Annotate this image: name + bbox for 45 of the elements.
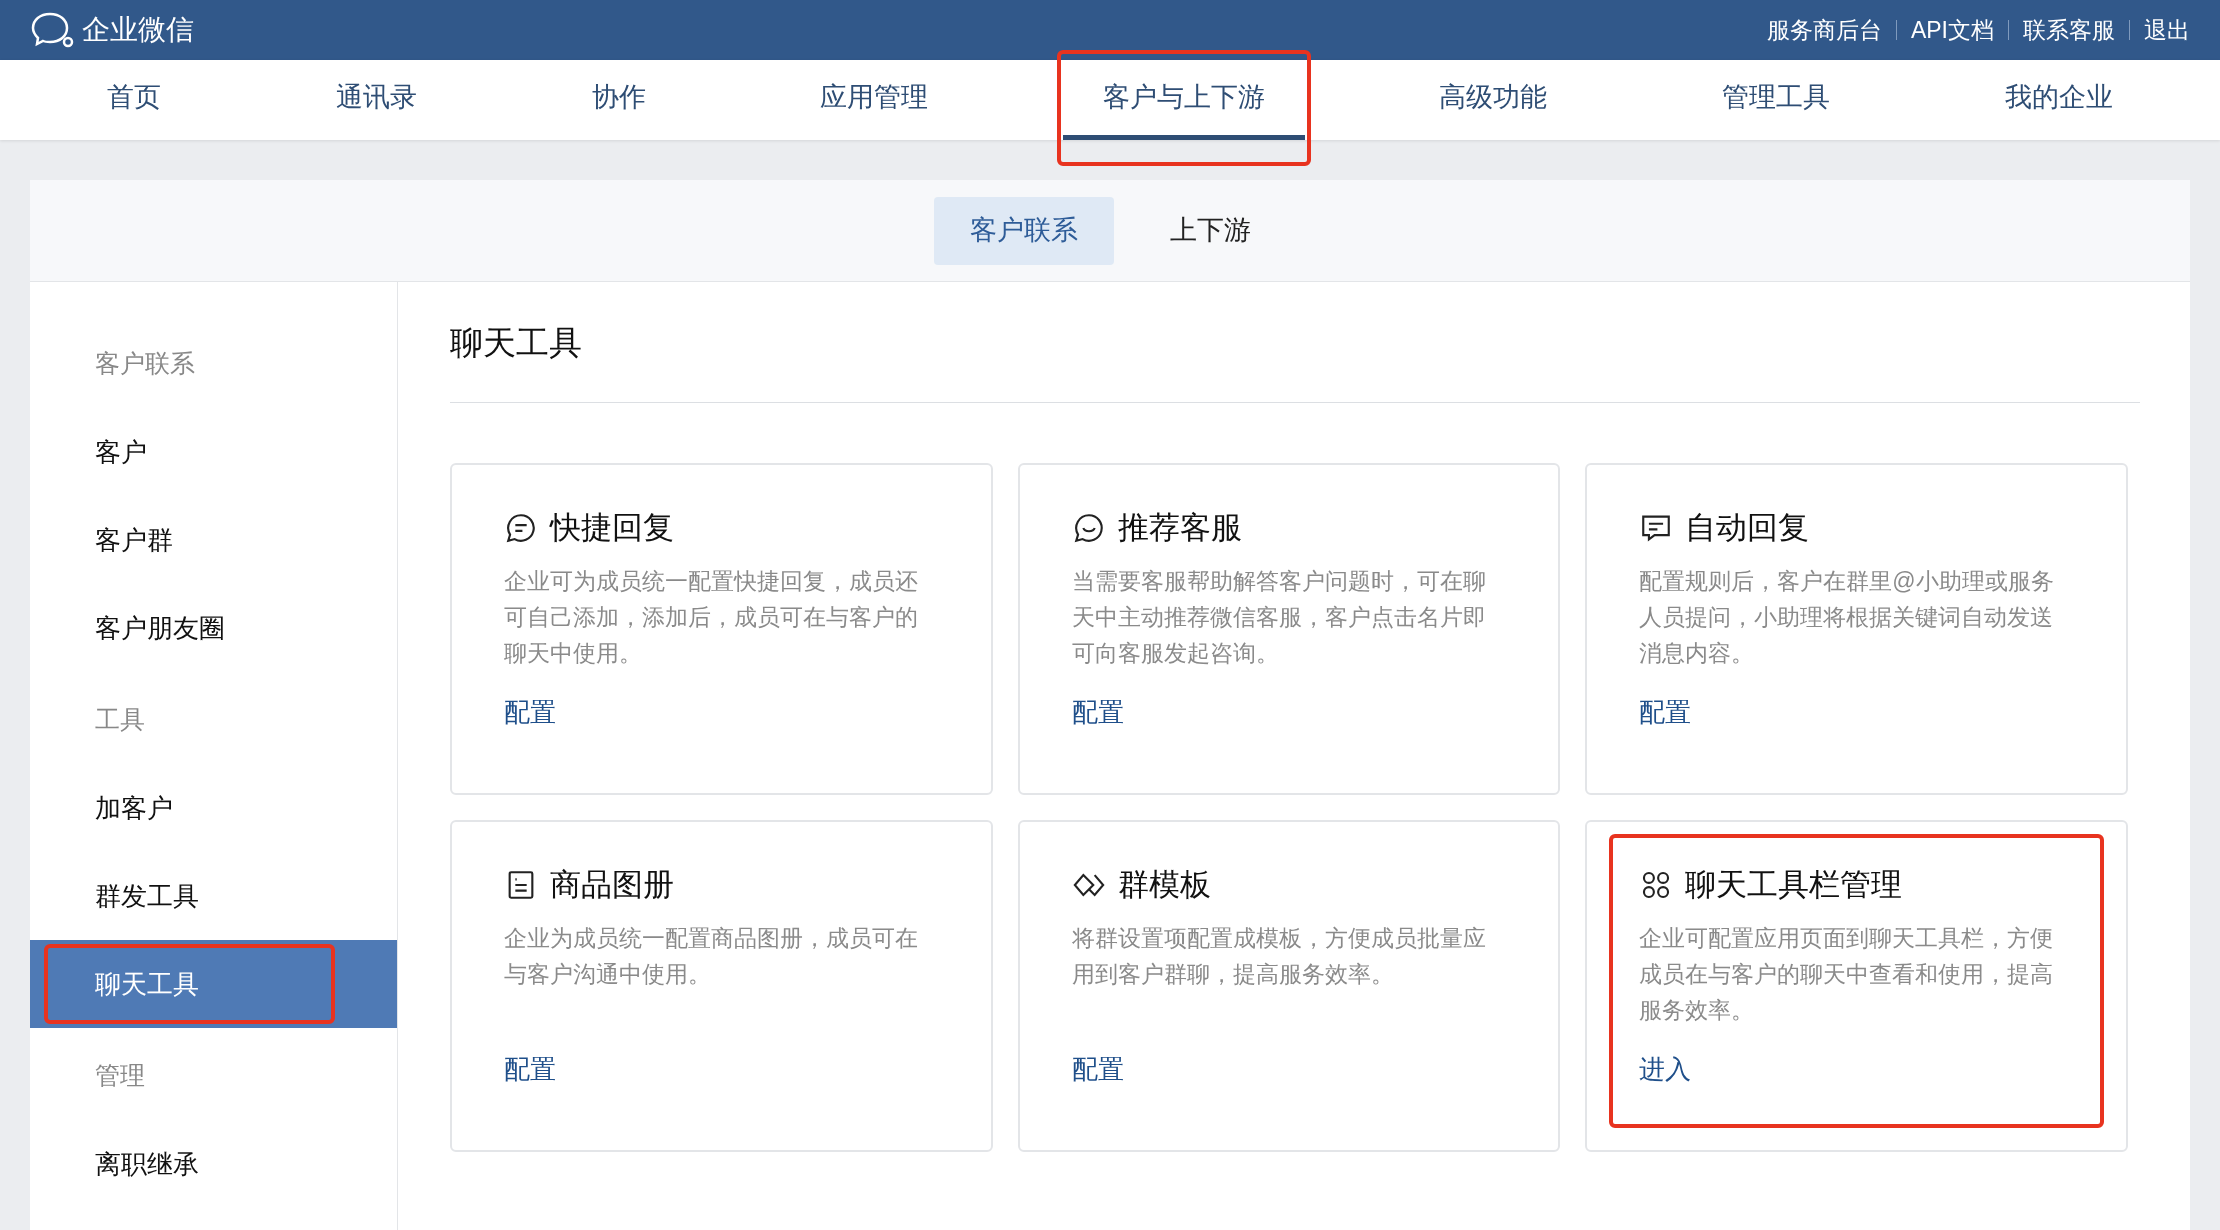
card-action-link[interactable]: 配置 — [504, 693, 556, 732]
sidebar-section-title: 客户联系 — [94, 348, 196, 380]
card-description: 企业可为成员统一配置快捷回复，成员还可自己添加，添加后，成员可在与客户的聊天中使用。 — [504, 567, 919, 668]
card-action-link[interactable]: 配置 — [1071, 693, 1124, 732]
nav-tab[interactable]: 客户与上下游 — [1062, 60, 1305, 140]
sidebar-item[interactable]: 聊天工具 — [30, 940, 397, 1028]
chat-logo-icon — [30, 10, 76, 50]
top-link[interactable]: 联系客服 — [2023, 12, 2115, 48]
card-action-link[interactable]: 配置 — [1639, 693, 1692, 732]
card-action-link[interactable]: 配置 — [504, 1050, 556, 1089]
card-action-link[interactable]: 进入 — [1639, 1050, 1692, 1089]
nav-tab[interactable]: 管理工具 — [1682, 60, 1871, 140]
card-title: 聊天工具栏管理 — [1685, 865, 1903, 904]
top-link[interactable]: 退出 — [2144, 12, 2190, 48]
sidebar-section-title: 工具 — [94, 704, 146, 736]
card-description: 企业为成员统一配置商品图册，成员可在与客户沟通中使用。 — [504, 924, 919, 989]
brand-name: 企业微信 — [82, 13, 194, 47]
card-description: 配置规则后，客户在群里@小助理或服务人员提问，小助理将根据关键词自动发送消息内容。 — [1639, 567, 2055, 668]
nav-tab[interactable]: 协作 — [551, 60, 686, 140]
top-link[interactable]: 服务商后台 — [1766, 12, 1882, 48]
page-title: 聊天工具 — [450, 318, 2140, 403]
nav-tab[interactable]: 首页 — [67, 60, 202, 140]
sidebar-item[interactable]: 群发工具 — [30, 852, 397, 940]
card-description: 当需要客服帮助解答客户问题时，可在聊天中主动推荐微信客服，客户点击名片即可向客服发起咨询。 — [1071, 567, 1487, 668]
nav-tab[interactable]: 高级功能 — [1399, 60, 1588, 140]
sidebar-item[interactable]: 客户 — [30, 408, 397, 496]
card-action-link[interactable]: 配置 — [1071, 1050, 1124, 1089]
sidebar-item[interactable]: 离职继承 — [30, 1120, 397, 1208]
top-link[interactable]: API文档 — [1910, 12, 1994, 48]
sidebar-item[interactable]: 客户群 — [30, 496, 397, 584]
nav-tab[interactable]: 我的企业 — [1964, 60, 2153, 140]
card-title: 自动回复 — [1685, 508, 1810, 547]
nav-tab[interactable]: 通讯录 — [295, 60, 457, 140]
sidebar-section-title: 管理 — [94, 1060, 146, 1092]
card-description: 企业可配置应用页面到聊天工具栏，方便成员在与客户的聊天中查看和使用，提高服务效率。 — [1639, 924, 2055, 1025]
card-title: 商品图册 — [550, 865, 674, 904]
sub-tab[interactable]: 客户联系 — [933, 196, 1114, 265]
card-title: 快捷回复 — [550, 508, 674, 547]
sub-tab[interactable]: 上下游 — [1133, 196, 1287, 265]
card-description: 将群设置项配置成模板，方便成员批量应用到客户群聊，提高服务效率。 — [1071, 924, 1487, 989]
sidebar-item[interactable]: 客户朋友圈 — [30, 584, 397, 672]
card-title: 推荐客服 — [1117, 508, 1242, 547]
card-title: 群模板 — [1117, 865, 1211, 904]
sidebar-item[interactable]: 加客户 — [30, 764, 397, 852]
nav-tab[interactable]: 应用管理 — [780, 60, 969, 140]
